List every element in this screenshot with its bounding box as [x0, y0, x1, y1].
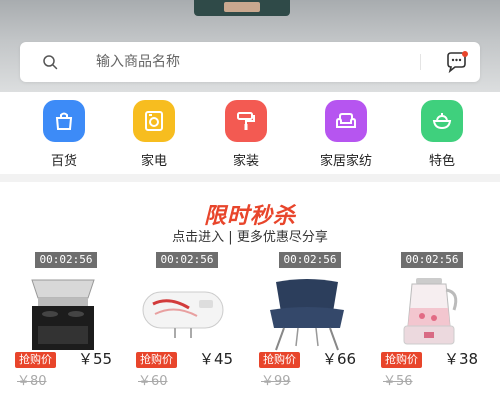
sale-price: ￥45 — [199, 350, 234, 368]
countdown-timer: 00:02:56 — [279, 252, 341, 268]
product-card[interactable]: 00:02:56 抢购价 ￥38 ￥56 — [366, 252, 486, 400]
banner-product-image — [194, 0, 290, 16]
deal-price-badge: 抢购价 — [381, 352, 422, 368]
search-input[interactable] — [96, 52, 396, 72]
category-label: 家装 — [232, 154, 259, 169]
category-nav: 百货 家电 家装 家居家纺 特色 — [0, 92, 500, 174]
product-card[interactable]: 00:02:56 抢购价 ￥55 ￥80 — [0, 252, 120, 400]
category-label: 百货 — [50, 154, 77, 169]
countdown-timer: 00:02:56 — [35, 252, 97, 268]
deal-price-badge: 抢购价 — [259, 352, 300, 368]
category-appliances[interactable]: 家电 — [114, 100, 194, 170]
category-specialty[interactable]: 特色 — [402, 100, 482, 170]
countdown-timer: 00:02:56 — [401, 252, 463, 268]
countdown-timer: 00:02:56 — [156, 252, 218, 268]
original-price: ￥99 — [261, 374, 291, 389]
search-icon — [43, 55, 58, 70]
message-icon[interactable] — [444, 50, 470, 74]
original-price: ￥56 — [383, 374, 413, 389]
category-home-improvement[interactable]: 家装 — [206, 100, 286, 170]
health-kettle-image — [403, 278, 458, 345]
product-card[interactable]: 00:02:56 抢购价 ￥45 ￥60 — [121, 252, 241, 400]
page: 百货 家电 家装 家居家纺 特色 限时秒杀 点击 — [0, 0, 500, 400]
product-card[interactable]: 00:02:56 抢购价 ￥66 ￥99 — [244, 252, 364, 400]
flash-sale-section: 限时秒杀 点击进入 | 更多优惠尽分享 00:02:56 抢购价 ￥55 ￥80… — [0, 182, 500, 400]
range-hood-stove-image — [31, 279, 95, 350]
paint-roller-icon — [225, 100, 267, 142]
category-label: 家居家纺 — [319, 154, 372, 169]
flash-sale-subtitle[interactable]: 点击进入 | 更多优惠尽分享 — [0, 226, 500, 245]
category-label: 特色 — [428, 154, 455, 169]
original-price: ￥60 — [138, 374, 168, 389]
shopping-bag-icon — [43, 100, 85, 142]
original-price: ￥80 — [17, 374, 47, 389]
search-divider — [420, 54, 421, 70]
sale-price: ￥38 — [444, 350, 479, 368]
deal-price-badge: 抢购价 — [136, 352, 177, 368]
search-bar[interactable] — [20, 42, 480, 82]
sofa-icon — [325, 100, 367, 142]
deal-price-badge: 抢购价 — [15, 352, 56, 368]
category-department-store[interactable]: 百货 — [24, 100, 104, 170]
category-home-textiles[interactable]: 家居家纺 — [306, 100, 386, 170]
category-label: 家电 — [140, 154, 167, 169]
lounge-chair-image — [270, 279, 344, 351]
bowl-icon — [421, 100, 463, 142]
sale-price: ￥55 — [78, 350, 113, 368]
water-heater-image — [142, 291, 224, 338]
washing-machine-icon — [133, 100, 175, 142]
sale-price: ￥66 — [322, 350, 357, 368]
